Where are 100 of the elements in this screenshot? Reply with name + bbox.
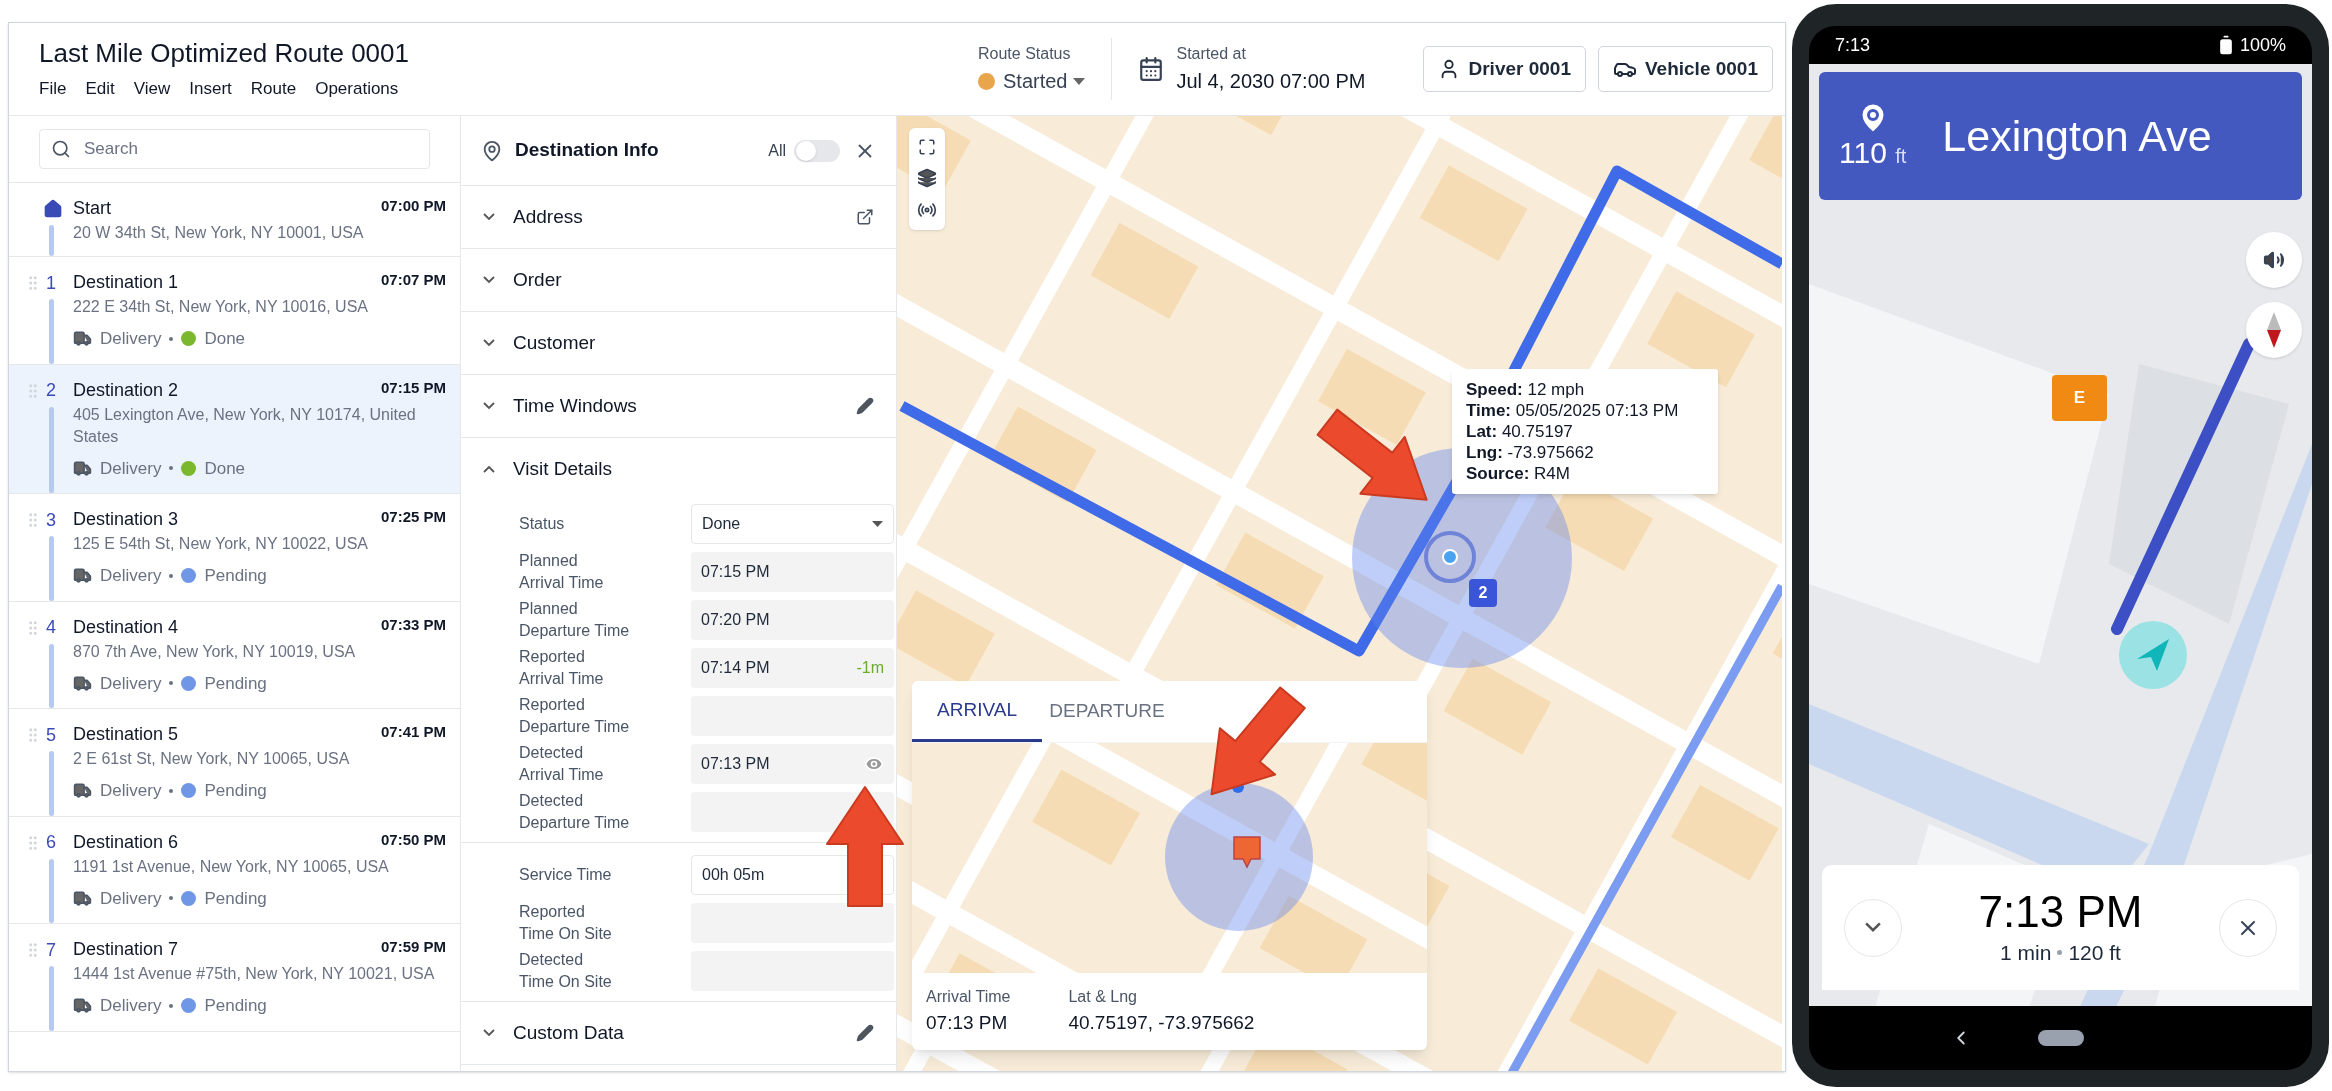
stop-row[interactable]: 3 Destination 3 07:25 PM 125 E 54th St, New York, NY 10022, USA Delivery Pending: [9, 494, 460, 602]
popup-field-value: 40.75197, -73.975662: [1068, 1011, 1255, 1035]
panel-title: Destination Info: [515, 138, 659, 163]
stop-marker: 2: [1469, 579, 1497, 607]
stop-address: 1191 1st Avenue, New York, NY 10065, USA: [73, 856, 390, 877]
menu-item[interactable]: Insert: [189, 76, 232, 102]
stop-row[interactable]: 7 Destination 7 07:59 PM 1444 1st Avenue #75th, New York, NY 10021, USA Delivery Pending: [9, 924, 460, 1032]
vehicle-button[interactable]: Vehicle 0001: [1597, 46, 1773, 92]
trip-distance: 120 ft: [2068, 939, 2121, 966]
section-toggle[interactable]: Custom Data: [483, 1018, 624, 1048]
stop-type: Delivery: [100, 328, 162, 350]
stop-address: 2 E 61st St, New York, NY 10065, USA: [73, 749, 351, 769]
stop-type: Delivery: [100, 457, 162, 480]
stop-row[interactable]: 5 Destination 5 07:41 PM 2 E 61st St, New York, NY 10065, USA Delivery Pending: [9, 709, 460, 817]
layers-icon[interactable]: [917, 168, 937, 188]
stop-type: Delivery: [100, 995, 162, 1017]
driver-button[interactable]: Driver 0001: [1423, 46, 1586, 92]
route-title: Last Mile Optimized Route 0001: [39, 37, 409, 71]
compass-button[interactable]: [2246, 302, 2302, 358]
stop-type: Delivery: [100, 780, 162, 802]
route-status-dropdown[interactable]: Started: [1003, 66, 1086, 96]
home-pill[interactable]: [2037, 1030, 2084, 1046]
stop-name: Destination 6: [73, 830, 179, 854]
stop-row[interactable]: 2 Destination 2 07:15 PM 405 Lexington Ave, New York, NY 10174, United States Delivery Done: [9, 364, 460, 494]
stop-time: 07:07 PM: [380, 270, 446, 290]
stop-status: Pending: [204, 672, 267, 695]
search-icon: [51, 139, 71, 159]
pencil-icon[interactable]: [856, 1024, 874, 1042]
chevron-down-icon: [1864, 922, 1882, 933]
stop-row[interactable]: 1 Destination 1 07:07 PM 222 E 34th St, New York, NY 10016, USA Delivery Done: [9, 257, 460, 365]
stop-name: Destination 2: [73, 378, 179, 402]
volume-button[interactable]: [2246, 232, 2302, 288]
external-link-icon[interactable]: [856, 208, 874, 226]
time-field: 07:14 PM -1m: [691, 648, 894, 688]
stop-name: Start: [73, 197, 111, 220]
route-status-label: Route Status: [978, 44, 1072, 64]
chevron-down-icon: [483, 276, 495, 284]
section-toggle[interactable]: Customer: [483, 328, 596, 358]
pencil-icon[interactable]: [856, 397, 874, 415]
started-at-label: Started at: [1176, 44, 1247, 64]
stop-number: 1: [46, 271, 56, 295]
stop-status: Done: [204, 457, 246, 480]
chevron-down-icon: [483, 1029, 495, 1037]
field-label: Reported Arrival Time: [519, 647, 605, 689]
stop-address: 222 E 34th St, New York, NY 10016, USA: [73, 297, 369, 317]
chevron-down-icon: [483, 213, 495, 221]
fullscreen-icon[interactable]: [918, 138, 936, 156]
stop-number: 3: [46, 508, 56, 532]
trip-duration: 1 min: [2000, 939, 2052, 966]
stop-time: 07:15 PM: [380, 377, 446, 398]
arrival-time: 7:13 PM: [1978, 886, 2143, 937]
field-label: Status: [519, 514, 566, 534]
menu-item[interactable]: File: [39, 76, 67, 102]
popup-field-value: 07:13 PM: [926, 1011, 1009, 1035]
menu-item[interactable]: Route: [250, 76, 297, 102]
stop-number: 6: [46, 831, 56, 854]
stop-time: 07:59 PM: [380, 937, 446, 957]
truck-icon: [73, 329, 92, 349]
popup-field-label: Lat & Lng: [1068, 987, 1138, 1007]
menu-item[interactable]: View: [133, 76, 171, 102]
tooltip-line: Time: 05/05/2025 07:13 PM: [1466, 400, 1680, 421]
stop-row[interactable]: Start 07:00 PM 20 W 34th St, New York, NY 10001, USA: [9, 183, 460, 257]
section-toggle[interactable]: Time Windows: [483, 391, 637, 421]
stop-time: 07:00 PM: [380, 196, 446, 216]
menu-item[interactable]: Operations: [315, 76, 399, 102]
time-delta: -1m: [856, 658, 884, 678]
stop-address: 20 W 34th St, New York, NY 10001, USA: [73, 223, 365, 243]
stop-number: 2: [46, 379, 56, 402]
stop-status: Pending: [204, 887, 267, 910]
compass-icon: [2266, 312, 2282, 348]
tooltip-line: Speed: 12 mph: [1466, 379, 1586, 400]
calendar-icon: [1138, 56, 1165, 82]
stop-number: 7: [46, 938, 56, 962]
flag-marker-icon: [1232, 835, 1262, 869]
stop-type: Delivery: [100, 887, 162, 910]
menu-item[interactable]: Edit: [85, 76, 115, 102]
signal-icon[interactable]: [917, 200, 937, 220]
status-select[interactable]: Done: [691, 504, 894, 544]
field-label: Service Time: [519, 865, 613, 885]
eye-icon[interactable]: [864, 754, 884, 774]
battery-level: 100%: [2239, 33, 2286, 57]
field-label: Reported Time On Site: [519, 902, 613, 944]
stop-status: Done: [204, 328, 246, 350]
stop-time: 07:33 PM: [380, 614, 446, 635]
field-label: Reported Departure Time: [519, 695, 631, 737]
stop-row[interactable]: 4 Destination 4 07:33 PM 870 7th Ave, New York, NY 10019, USA Delivery Pending: [9, 601, 460, 709]
section-toggle[interactable]: Address: [483, 202, 583, 232]
truck-icon: [73, 458, 92, 478]
stop-number: 5: [46, 723, 56, 747]
popup-tab[interactable]: DEPARTURE: [1042, 681, 1172, 742]
section-toggle[interactable]: Order: [483, 265, 562, 295]
chevron-up-icon: [483, 465, 495, 473]
stop-row[interactable]: 6 Destination 6 07:50 PM 1191 1st Avenue, New York, NY 10065, USA Delivery Pending: [9, 816, 460, 924]
truck-icon: [73, 566, 92, 586]
stop-status: Pending: [204, 995, 267, 1017]
toggle-switch[interactable]: [794, 139, 840, 162]
section-toggle[interactable]: Visit Details: [483, 454, 612, 484]
search-field[interactable]: Search: [39, 129, 430, 169]
stop-number: 4: [46, 616, 56, 639]
stop-address: 1444 1st Avenue #75th, New York, NY 10021, USA: [73, 964, 436, 984]
